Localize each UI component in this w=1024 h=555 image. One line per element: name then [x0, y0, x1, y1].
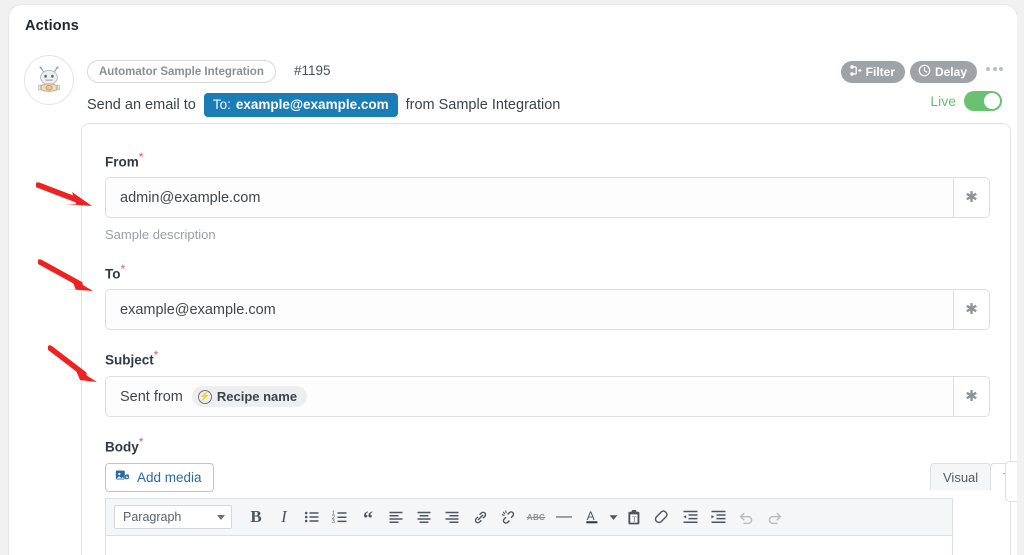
- recipient-token-label: To:: [213, 97, 231, 112]
- subject-input[interactable]: Sent from ⚡ Recipe name: [105, 376, 953, 417]
- format-select-value: Paragraph: [123, 510, 181, 524]
- subject-field-row: Sent from ⚡ Recipe name ✱: [105, 376, 990, 417]
- format-select[interactable]: Paragraph: [114, 505, 232, 529]
- svg-text:A: A: [586, 509, 594, 523]
- add-media-label: Add media: [137, 470, 202, 485]
- required-marker: *: [139, 435, 144, 449]
- from-helper-text: Sample description: [105, 227, 216, 242]
- live-toggle-switch[interactable]: [964, 91, 1002, 111]
- body-field-label: Body*: [105, 435, 143, 455]
- recipient-token-value: example@example.com: [236, 97, 389, 112]
- live-toggle-group[interactable]: Live: [930, 91, 1002, 111]
- from-field-row: admin@example.com ✱: [105, 177, 990, 218]
- align-center-icon[interactable]: [410, 503, 438, 531]
- to-field-row: example@example.com ✱: [105, 289, 990, 330]
- asterisk-token-icon[interactable]: ✱: [953, 289, 990, 330]
- italic-icon[interactable]: I: [270, 503, 298, 531]
- integration-pill[interactable]: Automator Sample Integration: [87, 60, 276, 83]
- kebab-menu-icon[interactable]: [986, 67, 1003, 71]
- clock-icon: [918, 64, 931, 80]
- robot-avatar-icon: [24, 55, 74, 105]
- to-input[interactable]: example@example.com: [105, 289, 953, 330]
- sentence-prefix: Send an email to: [87, 97, 196, 113]
- clear-formatting-icon[interactable]: [648, 503, 676, 531]
- numbered-list-icon[interactable]: 123: [326, 503, 354, 531]
- align-left-icon[interactable]: [382, 503, 410, 531]
- svg-text:3: 3: [332, 519, 335, 525]
- svg-text:T: T: [632, 515, 637, 523]
- required-marker: *: [121, 262, 126, 276]
- arrow-pointing-to-from-field: [36, 180, 98, 215]
- recipe-name-token-chip[interactable]: ⚡ Recipe name: [192, 386, 307, 407]
- insert-link-icon[interactable]: [466, 503, 494, 531]
- action-sentence: Send an email to To: example@example.com…: [87, 93, 560, 117]
- indent-icon[interactable]: [704, 503, 732, 531]
- filter-button[interactable]: Filter: [841, 61, 905, 83]
- from-input[interactable]: admin@example.com: [105, 177, 953, 218]
- tab-visual[interactable]: Visual: [930, 463, 991, 490]
- sentence-suffix: from Sample Integration: [406, 97, 561, 113]
- action-fields-panel: From* admin@example.com ✱ Sample descrip…: [81, 123, 1011, 555]
- blockquote-icon[interactable]: “: [354, 503, 382, 531]
- outdent-icon[interactable]: [676, 503, 704, 531]
- from-field-label: From*: [105, 150, 143, 170]
- screen: Actions Automator Sample: [0, 0, 1024, 555]
- asterisk-token-icon[interactable]: ✱: [953, 376, 990, 417]
- arrow-pointing-to-subject-field: [48, 345, 104, 385]
- editor-toolbar: Paragraph B I 123 “: [106, 499, 952, 536]
- live-label: Live: [930, 93, 956, 109]
- remove-link-icon[interactable]: [494, 503, 522, 531]
- bold-icon[interactable]: B: [242, 503, 270, 531]
- filter-label: Filter: [866, 65, 895, 79]
- to-field-label: To*: [105, 262, 125, 282]
- paste-as-text-icon[interactable]: T: [620, 503, 648, 531]
- recipient-token[interactable]: To: example@example.com: [204, 93, 398, 117]
- align-right-icon[interactable]: [438, 503, 466, 531]
- body-editor: Paragraph B I 123 “: [105, 498, 953, 555]
- text-color-icon[interactable]: A: [578, 503, 606, 531]
- required-marker: *: [154, 348, 159, 362]
- body-editor-canvas[interactable]: [106, 536, 952, 555]
- page-title: Actions: [25, 18, 79, 34]
- recipe-name-token-label: Recipe name: [217, 389, 297, 404]
- token-circle-icon: ⚡: [198, 390, 212, 404]
- action-id: #1195: [294, 63, 331, 78]
- page-edge: [1017, 0, 1024, 555]
- required-marker: *: [139, 150, 144, 164]
- delay-label: Delay: [935, 65, 967, 79]
- asterisk-token-icon[interactable]: ✱: [953, 177, 990, 218]
- arrow-pointing-to-to-field: [38, 258, 100, 296]
- subject-field-label: Subject*: [105, 348, 158, 368]
- horizontal-rule-icon[interactable]: —: [550, 503, 578, 531]
- filter-branch-icon: [849, 64, 862, 80]
- undo-icon[interactable]: [732, 503, 760, 531]
- redo-icon[interactable]: [760, 503, 788, 531]
- add-media-button[interactable]: Add media: [105, 463, 214, 492]
- delay-button[interactable]: Delay: [910, 61, 977, 83]
- strikethrough-icon[interactable]: ABC: [522, 503, 550, 531]
- text-color-dropdown-icon[interactable]: [606, 503, 620, 531]
- bulleted-list-icon[interactable]: [298, 503, 326, 531]
- chevron-down-icon: [217, 515, 225, 520]
- media-image-icon: [115, 469, 130, 487]
- actions-panel: Actions Automator Sample: [8, 4, 1018, 555]
- subject-text: Sent from: [120, 389, 183, 405]
